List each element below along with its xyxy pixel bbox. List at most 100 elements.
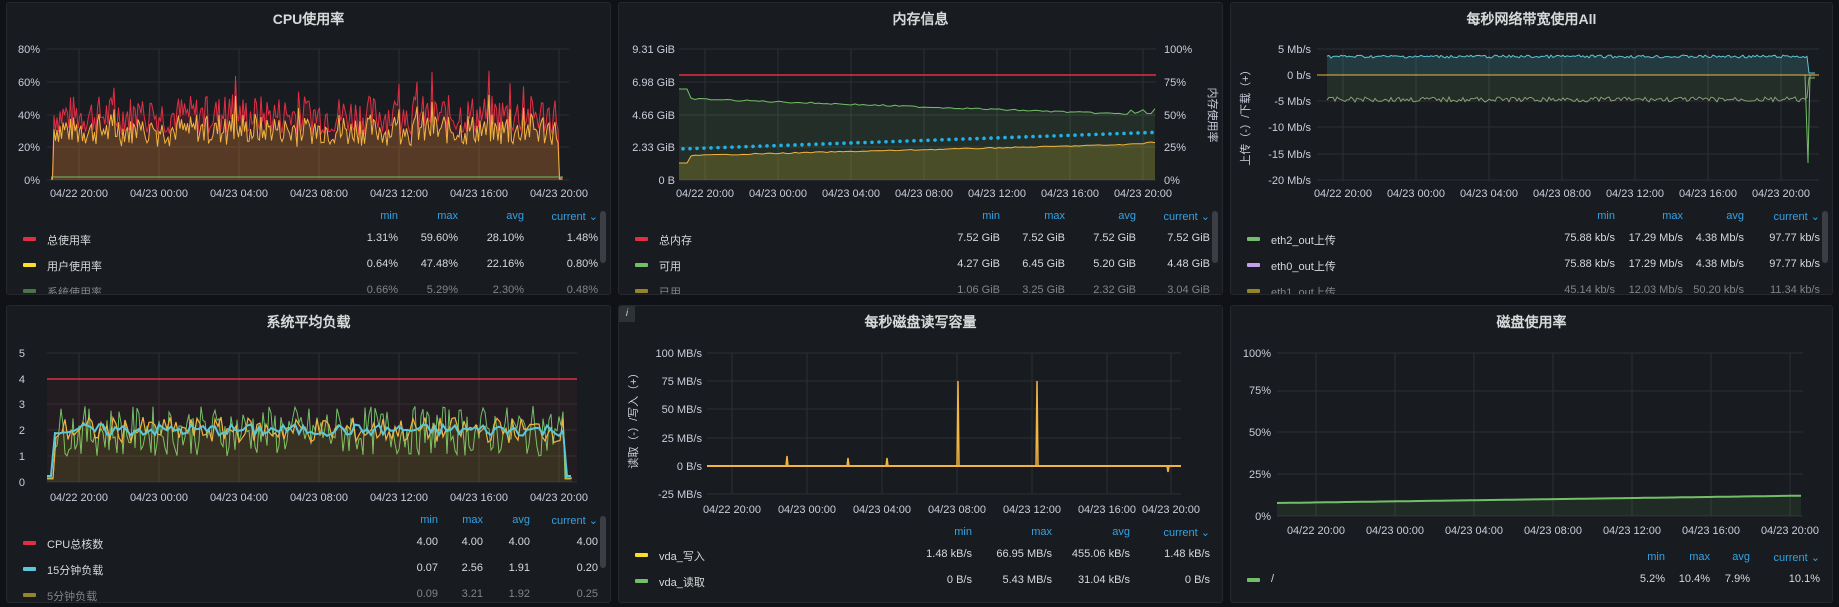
legend-min-header[interactable]: min (954, 526, 972, 538)
grid (707, 352, 1181, 495)
legend-max-header[interactable]: max (1044, 210, 1065, 222)
legend-min: 0.66% (366, 284, 398, 295)
cpu-series (51, 70, 563, 180)
legend-item[interactable]: 总使用率 1.31% 59.60% 28.10% 1.48% (7, 228, 598, 250)
legend-max-header[interactable]: max (1031, 526, 1052, 538)
x-axis-labels: 04/22 20:00 04/23 00:00 04/23 04:00 04/2… (1314, 188, 1810, 200)
legend-max-header[interactable]: max (462, 514, 483, 526)
legend-item[interactable]: eth1_out上传 45.14 kb/s 12.03 Mb/s 50.20 k… (1231, 280, 1820, 295)
legend-item[interactable]: 15分钟负载 0.07 2.56 1.91 0.20 (7, 558, 598, 580)
legend-avg-header[interactable]: avg (1118, 210, 1136, 222)
x-tick: 04/23 08:00 (928, 504, 986, 516)
legend-current-header[interactable]: current ⌄ (1163, 526, 1210, 539)
legend-avg: 50.20 kb/s (1693, 284, 1744, 295)
y-tick: 50 MB/s (662, 404, 703, 416)
legend-current: 0.80% (566, 258, 598, 270)
legend-scrollbar[interactable] (600, 516, 606, 568)
legend-max-header[interactable]: max (1662, 210, 1683, 222)
usage-rate-dot (772, 143, 776, 148)
x-tick: 04/23 00:00 (778, 504, 836, 516)
legend-item[interactable]: eth0_out上传 75.88 kb/s 17.29 Mb/s 4.38 Mb… (1231, 254, 1820, 276)
legend: min max avg current ⌄ eth2_out上传 75.88 k… (1231, 210, 1832, 295)
legend-item[interactable]: vda_写入 1.48 kB/s 66.95 MB/s 455.06 kB/s … (619, 544, 1210, 566)
panel-disk-io[interactable]: i 每秒磁盘读写容量 读取（-）/写入（+） 100 MB/s 75 MB/s … (618, 305, 1223, 603)
legend-avg: 2.30% (492, 284, 524, 295)
x-tick: 04/23 08:00 (1533, 188, 1591, 200)
legend-item[interactable]: 5分钟负载 0.09 3.21 1.92 0.25 (7, 584, 598, 603)
legend-current: 10.1% (1788, 573, 1820, 585)
panel-disk-usage[interactable]: 磁盘使用率 100% 75% 50% 25% 0% 04/22 20:00 04… (1230, 305, 1833, 603)
legend-avg-header[interactable]: avg (1726, 210, 1744, 222)
legend-item[interactable]: CPU总核数 4.00 4.00 4.00 4.00 (7, 532, 598, 554)
legend-max-header[interactable]: max (1689, 551, 1710, 563)
y-tick: 0 B (658, 175, 675, 187)
legend-item[interactable]: 用户使用率 0.64% 47.48% 22.16% 0.80% (7, 254, 598, 276)
legend-avg-header[interactable]: avg (512, 514, 530, 526)
usage-rate-dot (1052, 134, 1056, 138)
x-tick: 04/23 12:00 (370, 492, 428, 504)
legend-scrollbar[interactable] (600, 211, 606, 263)
legend-max-header[interactable]: max (437, 210, 458, 222)
legend-min-header[interactable]: min (1597, 210, 1615, 222)
legend-item[interactable]: eth2_out上传 75.88 kb/s 17.29 Mb/s 4.38 Mb… (1231, 228, 1820, 250)
usage-rate-dot (912, 138, 916, 143)
legend-current-header[interactable]: current ⌄ (551, 514, 598, 527)
legend-item[interactable]: 系统使用率 0.66% 5.29% 2.30% 0.48% (7, 280, 598, 295)
legend-current-header[interactable]: current ⌄ (1773, 551, 1820, 564)
legend-current-header[interactable]: current ⌄ (1163, 210, 1210, 223)
memory-chart[interactable]: 9.31 GiB 6.98 GiB 4.66 GiB 2.33 GiB 0 B … (619, 3, 1223, 203)
legend-min-header[interactable]: min (380, 210, 398, 222)
legend-avg-header[interactable]: avg (506, 210, 524, 222)
legend-current: 0.20 (576, 562, 598, 574)
usage-rate-dot (716, 145, 720, 150)
legend-scrollbar[interactable] (1822, 211, 1828, 263)
legend-max: 17.29 Mb/s (1628, 232, 1683, 244)
x-axis-labels: 04/22 20:00 04/23 00:00 04/23 04:00 04/2… (1287, 525, 1819, 537)
x-tick: 04/23 20:00 (1114, 188, 1172, 200)
y-tick: 0% (1255, 511, 1271, 523)
legend-name: 总使用率 (47, 235, 91, 247)
usage-rate-dot (975, 136, 979, 141)
legend-scrollbar[interactable] (1212, 211, 1218, 263)
usage-rate-dot (709, 146, 713, 150)
cpu-usage-chart[interactable]: 80% 60% 40% 20% 0% 04/22 20:00 04/23 00:… (7, 3, 611, 203)
legend-color-swatch (23, 289, 36, 293)
load-chart[interactable]: 5 4 3 2 1 0 04/22 20:00 04/23 00:00 04/2… (7, 306, 611, 506)
legend-current-header[interactable]: current ⌄ (1773, 210, 1820, 223)
disk-usage-chart[interactable]: 100% 75% 50% 25% 0% 04/22 20:00 04/23 00… (1231, 306, 1833, 537)
legend-item[interactable]: 已用 1.06 GiB 3.25 GiB 2.32 GiB 3.04 GiB (619, 280, 1210, 294)
y-tick: -15 Mb/s (1268, 149, 1311, 161)
legend-item[interactable]: 总内存 7.52 GiB 7.52 GiB 7.52 GiB 7.52 GiB (619, 228, 1210, 250)
legend-avg: 22.16% (486, 258, 524, 270)
panel-system-load[interactable]: 系统平均负载 5 4 3 2 1 0 04/22 20:00 04/23 00:… (6, 305, 611, 603)
y-tick: -5 Mb/s (1274, 96, 1311, 108)
legend-min-header[interactable]: min (982, 210, 1000, 222)
legend-avg: 7.52 GiB (1093, 232, 1136, 244)
legend-color-swatch (635, 553, 648, 557)
usage-rate-dot (800, 142, 804, 147)
disk-io-chart[interactable]: 读取（-）/写入（+） 100 MB/s 75 MB/s 50 MB/s 25 … (619, 306, 1223, 516)
usage-rate-dot (1045, 134, 1049, 138)
network-chart[interactable]: 上传（-）/下载（+） 5 Mb/s 0 b/s -5 Mb/s -10 Mb/… (1231, 3, 1833, 203)
panel-cpu-usage[interactable]: CPU使用率 80% 60% 40% 20% 0% 04/22 20:00 04… (6, 2, 611, 295)
legend-min-header[interactable]: min (420, 514, 438, 526)
legend-current-header[interactable]: current ⌄ (551, 210, 598, 223)
legend-min-header[interactable]: min (1647, 551, 1665, 563)
usage-rate-dot (1066, 133, 1070, 138)
x-tick: 04/23 00:00 (130, 492, 188, 504)
legend-avg-header[interactable]: avg (1112, 526, 1130, 538)
usage-rate-dot (870, 140, 874, 145)
y-tick: 80% (18, 44, 40, 56)
legend-name: 5分钟负载 (47, 591, 98, 603)
legend-avg-header[interactable]: avg (1732, 551, 1750, 563)
legend-item[interactable]: / 5.2% 10.4% 7.9% 10.1% (1231, 569, 1820, 591)
legend-item[interactable]: vda_读取 0 B/s 5.43 MB/s 31.04 kB/s 0 B/s (619, 570, 1210, 592)
legend-item[interactable]: 可用 4.27 GiB 6.45 GiB 5.20 GiB 4.48 GiB (619, 254, 1210, 276)
panel-memory-info[interactable]: 内存信息 9.31 GiB 6.98 GiB 4.66 GiB 2.33 GiB… (618, 2, 1223, 295)
legend-avg: 5.20 GiB (1093, 258, 1136, 270)
usage-rate-dot (723, 145, 727, 150)
legend-current: 1.48% (566, 232, 598, 244)
y-axis-title: 读取（-）/写入（+） (626, 367, 640, 468)
legend-name: 可用 (659, 261, 681, 273)
panel-network-bandwidth[interactable]: 每秒网络带宽使用All 上传（-）/下载（+） 5 Mb/s 0 b/s -5 … (1230, 2, 1833, 295)
